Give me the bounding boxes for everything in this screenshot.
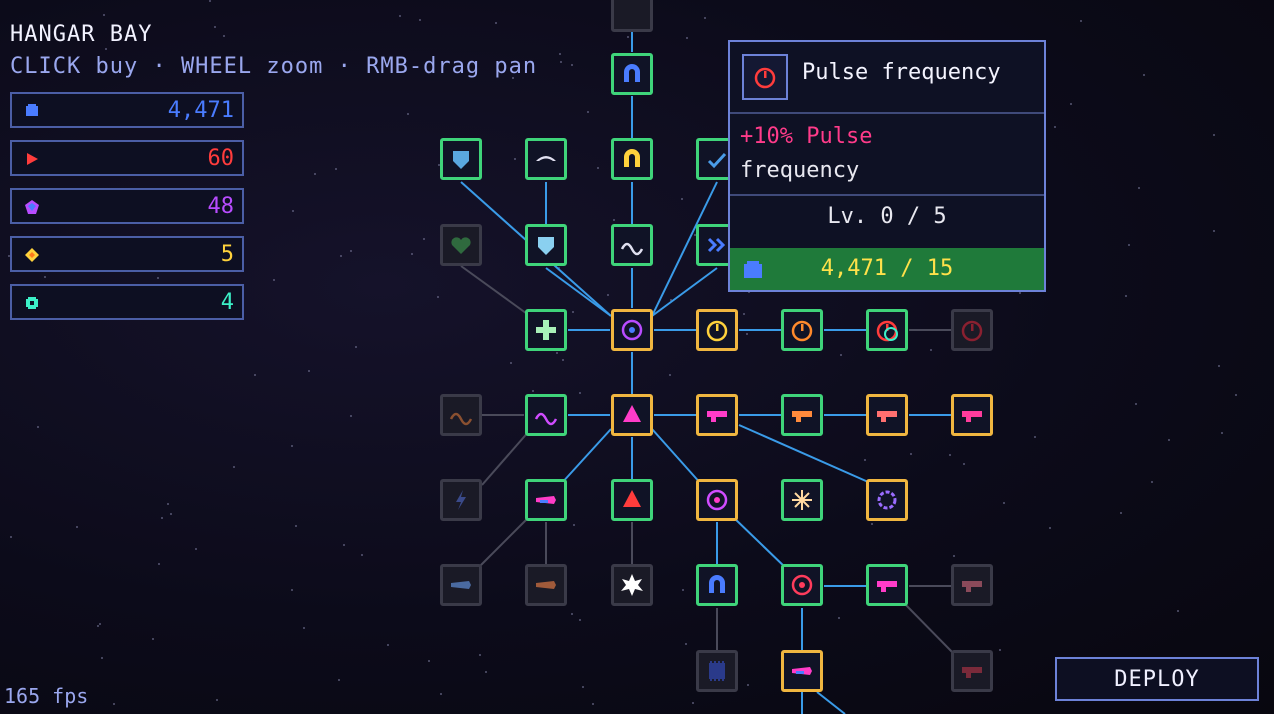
- upgrade-tooltip: Pulse frequency +10% Pulse frequency Lv.…: [728, 40, 1046, 292]
- shield-icon: [453, 151, 469, 169]
- crosshair-icon: [791, 574, 813, 596]
- node-gun-orange[interactable]: [781, 394, 823, 436]
- tooltip-desc-highlight: +10% Pulse: [740, 124, 873, 149]
- node-pulse-yellow[interactable]: [696, 309, 738, 351]
- node-ship-brown[interactable]: [525, 564, 567, 606]
- magnet-icon: [709, 575, 725, 593]
- shield-icon: [538, 237, 554, 255]
- tooltip-desc-rest: frequency: [740, 158, 860, 183]
- tooltip-title: Pulse frequency: [802, 60, 1001, 85]
- node-top-partial[interactable]: [611, 0, 653, 32]
- tooltip-cost-bar: 4,471 / 15: [730, 248, 1044, 290]
- node-gun-locked[interactable]: [951, 564, 993, 606]
- wave-icon: [620, 242, 644, 256]
- gun-icon: [877, 411, 897, 422]
- wave-icon: [534, 412, 558, 426]
- node-gear-target[interactable]: [866, 479, 908, 521]
- node-crosshair-red[interactable]: [781, 564, 823, 606]
- node-triangle-red[interactable]: [611, 479, 653, 521]
- tooltip-level: Lv. 0 / 5: [827, 204, 947, 229]
- target-core-icon: [621, 319, 643, 341]
- node-magnet-blue[interactable]: [696, 564, 738, 606]
- magnet-icon: [624, 64, 640, 82]
- magnet-icon: [624, 149, 640, 167]
- gun-icon: [962, 411, 982, 422]
- node-gun-magenta[interactable]: [696, 394, 738, 436]
- node-target[interactable]: [696, 479, 738, 521]
- fps-counter: 165 fps: [4, 684, 89, 708]
- upgrade-tree-links: [460, 0, 957, 714]
- node-ship-locked[interactable]: [440, 564, 482, 606]
- explosion-icon: [621, 574, 643, 596]
- ship-icon: [536, 496, 556, 504]
- node-wave-locked[interactable]: [440, 394, 482, 436]
- node-explosion[interactable]: [611, 564, 653, 606]
- node-magnet-top[interactable]: [611, 53, 653, 95]
- node-plus[interactable]: [525, 309, 567, 351]
- node-eye[interactable]: [525, 138, 567, 180]
- node-gun-salmon[interactable]: [866, 394, 908, 436]
- lightning-icon: [456, 490, 466, 510]
- chip-icon: [709, 661, 725, 681]
- node-gun-hot[interactable]: [866, 564, 908, 606]
- node-core[interactable]: [611, 309, 653, 351]
- node-shield[interactable]: [440, 138, 482, 180]
- pulse-icon: [706, 320, 728, 342]
- ship-icon: [536, 581, 556, 589]
- gun-icon: [792, 411, 812, 422]
- divider: [730, 112, 1044, 114]
- wave-icon: [449, 412, 473, 426]
- divider: [730, 194, 1044, 196]
- node-ship-gold[interactable]: [781, 650, 823, 692]
- node-bolt[interactable]: [440, 479, 482, 521]
- pulse-icon: [961, 320, 983, 342]
- heart-icon: [451, 237, 471, 254]
- node-heart[interactable]: [440, 224, 482, 266]
- pulse-icon: [791, 320, 813, 342]
- deploy-button[interactable]: DEPLOY: [1055, 657, 1259, 701]
- node-burst[interactable]: [781, 479, 823, 521]
- ship-icon: [792, 667, 812, 675]
- gun-icon: [877, 581, 897, 592]
- eye-icon: [536, 156, 556, 161]
- node-chip[interactable]: [696, 650, 738, 692]
- node-gun-locked-2[interactable]: [951, 650, 993, 692]
- tooltip-cost-value: 4,471 / 15: [820, 256, 954, 281]
- gear-icon: [877, 490, 897, 510]
- node-wave[interactable]: [611, 224, 653, 266]
- triangle-icon: [623, 405, 641, 422]
- node-wave-purple[interactable]: [525, 394, 567, 436]
- gun-icon: [707, 411, 727, 422]
- gun-icon: [962, 581, 982, 592]
- node-pulse-locked[interactable]: [951, 309, 993, 351]
- node-gun-pink[interactable]: [951, 394, 993, 436]
- pulse-icon: [876, 320, 898, 342]
- node-ship-pink[interactable]: [525, 479, 567, 521]
- node-shield-2[interactable]: [525, 224, 567, 266]
- crosshair-icon: [706, 489, 728, 511]
- node-magnet-gold[interactable]: [611, 138, 653, 180]
- node-triangle-core[interactable]: [611, 394, 653, 436]
- node-pulse-orange[interactable]: [781, 309, 823, 351]
- gun-icon: [962, 667, 982, 678]
- triangle-icon: [623, 490, 641, 507]
- burst-icon: [792, 490, 812, 510]
- node-pulse-frequency[interactable]: [866, 309, 908, 351]
- tooltip-description: +10% Pulse frequency: [740, 120, 1030, 188]
- ship-icon: [451, 581, 471, 589]
- pulse-icon: [742, 54, 788, 100]
- plus-icon: [536, 320, 556, 340]
